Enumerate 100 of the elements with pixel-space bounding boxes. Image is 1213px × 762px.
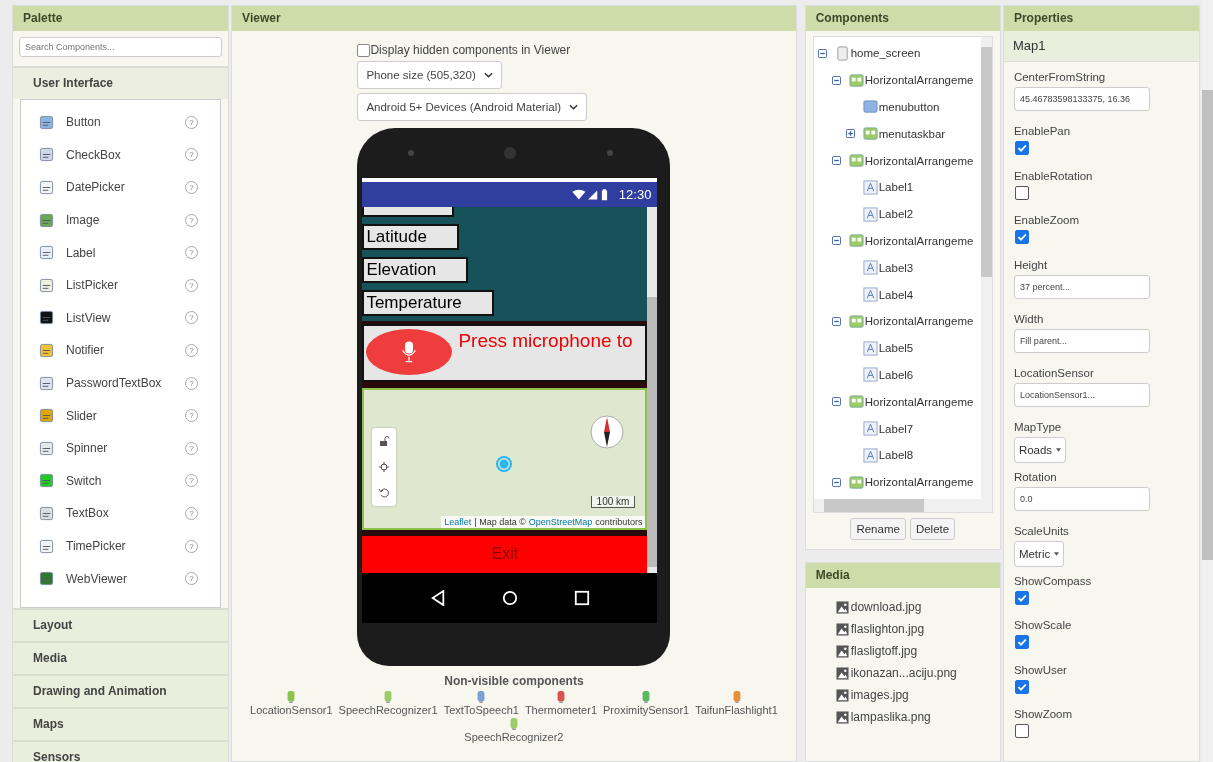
arrangement-icon: [862, 126, 878, 142]
component-name: ProximitySensor1: [603, 704, 690, 717]
scrollbar[interactable]: [647, 207, 658, 573]
property-label: LocationSensor: [1013, 365, 1094, 380]
property-field[interactable]: 37 percent...: [1013, 274, 1150, 299]
component-name[interactable]: Image: [66, 213, 186, 228]
component-name[interactable]: ListView: [66, 310, 186, 325]
category-header[interactable]: Layout: [13, 607, 229, 641]
property-label: EnableRotation: [1013, 168, 1093, 183]
expand-toggle-icon[interactable]: [831, 156, 841, 166]
property-dropdown[interactable]: Metric: [1013, 540, 1065, 567]
tree-item[interactable]: home_screen: [850, 47, 921, 60]
attribution-link[interactable]: OpenStreetMap: [528, 516, 593, 527]
media-file[interactable]: lampaslika.png: [850, 710, 931, 724]
category-header[interactable]: User Interface: [13, 66, 229, 99]
category-header[interactable]: Maps: [13, 706, 229, 740]
tree-item[interactable]: menubutton: [878, 101, 940, 113]
arrangement-icon: [848, 313, 864, 329]
property-checkbox[interactable]: [1014, 635, 1029, 649]
image-file-icon: [835, 644, 849, 658]
component-name[interactable]: PasswordTextBox: [66, 376, 186, 391]
media-file[interactable]: flasligtoff.jpg: [850, 644, 918, 658]
expand-toggle-icon[interactable]: [831, 477, 841, 487]
component-name[interactable]: WebViewer: [66, 571, 186, 586]
tree-item[interactable]: Label8: [878, 449, 914, 462]
component-name[interactable]: CheckBox: [66, 147, 186, 162]
component-name[interactable]: TextBox: [66, 506, 186, 521]
component-name[interactable]: Button: [66, 115, 186, 130]
property-checkbox[interactable]: [1014, 590, 1029, 605]
tree-item[interactable]: HorizontalArrangeme: [864, 234, 974, 247]
arrangement-icon: [848, 474, 864, 490]
property-label: MapType: [1013, 419, 1062, 434]
property-field[interactable]: LocationSensor1...: [1013, 382, 1150, 407]
tree-item[interactable]: menutaskbar: [878, 127, 946, 140]
component-name[interactable]: ListPicker: [66, 278, 186, 293]
tree-item[interactable]: Label3: [878, 261, 914, 274]
tree-item[interactable]: Label5: [878, 342, 914, 355]
component-name: LocationSensor1: [250, 704, 333, 717]
tree-item[interactable]: Label1: [878, 181, 914, 194]
action-button[interactable]: Rename: [850, 518, 906, 540]
tree-item[interactable]: HorizontalArrangeme: [864, 395, 974, 408]
property-field[interactable]: 45.46783598133375, 16.36: [1013, 87, 1150, 111]
back-icon[interactable]: [430, 590, 447, 606]
tree-item[interactable]: Label2: [878, 208, 914, 221]
component-name[interactable]: Slider: [66, 408, 186, 423]
tree-item[interactable]: Label4: [878, 288, 914, 301]
property-checkbox[interactable]: [1014, 724, 1029, 738]
component-name[interactable]: Label: [66, 245, 186, 260]
property-field[interactable]: Fill parent...: [1013, 328, 1150, 353]
media-file[interactable]: images.jpg: [850, 688, 909, 702]
property-checkbox[interactable]: [1014, 141, 1029, 155]
tree-item[interactable]: HorizontalArrangeme: [864, 74, 974, 87]
component-name[interactable]: Notifier: [66, 343, 186, 358]
chevron-down-icon: [483, 72, 493, 78]
tree-item[interactable]: HorizontalArrangeme: [864, 476, 974, 489]
checkbox[interactable]: [357, 43, 371, 57]
tree-item[interactable]: Label6: [878, 368, 914, 381]
scrollbar[interactable]: [980, 37, 992, 499]
screen-icon: [834, 45, 850, 61]
panel-header: Components: [805, 6, 1000, 31]
media-file[interactable]: flaslighton.jpg: [850, 622, 925, 636]
component-name[interactable]: DatePicker: [66, 180, 186, 195]
tree-item[interactable]: HorizontalArrangeme: [864, 315, 974, 328]
expand-toggle-icon[interactable]: [831, 397, 841, 407]
caret-icon: [1056, 447, 1062, 452]
category-header[interactable]: Drawing and Animation: [13, 673, 229, 707]
media-file[interactable]: download.jpg: [850, 600, 922, 614]
component-name[interactable]: TimePicker: [66, 539, 186, 553]
expand-toggle-icon[interactable]: [831, 316, 841, 326]
category-header[interactable]: Media: [13, 640, 229, 674]
attribution-link[interactable]: Leaflet: [444, 516, 472, 527]
expand-toggle-icon[interactable]: [845, 129, 855, 139]
tree-item[interactable]: HorizontalArrangeme: [864, 154, 974, 167]
checkbox-label: Display hidden components in Viewer: [370, 43, 571, 57]
home-icon[interactable]: [501, 590, 518, 606]
arrangement-icon: [848, 153, 864, 169]
page-scrollbar[interactable]: [1202, 0, 1213, 762]
component-name[interactable]: Switch: [66, 473, 186, 488]
property-checkbox[interactable]: [1014, 185, 1029, 200]
arrangement-icon: [848, 72, 864, 88]
expand-toggle-icon[interactable]: [831, 75, 841, 85]
size-dropdown[interactable]: Phone size (505,320): [357, 61, 502, 89]
expand-toggle-icon[interactable]: [831, 236, 841, 246]
property-field[interactable]: 0.0: [1013, 486, 1150, 511]
media-file[interactable]: ikonazan...aciju.png: [850, 666, 957, 680]
property-checkbox[interactable]: [1014, 679, 1029, 694]
recents-icon[interactable]: [573, 590, 590, 606]
property-checkbox[interactable]: [1014, 230, 1029, 244]
search-field[interactable]: Search Components...: [19, 37, 223, 57]
tree-item[interactable]: Label7: [878, 422, 914, 435]
theme-dropdown[interactable]: Android 5+ Devices (Android Material): [357, 93, 588, 121]
property-label: CenterFromString: [1013, 70, 1106, 84]
property-dropdown[interactable]: Roads: [1013, 436, 1067, 463]
compass-icon[interactable]: [589, 413, 626, 450]
scrollbar[interactable]: [813, 499, 992, 512]
component-name: SpeechRecognizer1: [338, 704, 438, 717]
category-header[interactable]: Sensors: [13, 739, 229, 762]
component-name[interactable]: Spinner: [66, 441, 186, 456]
action-button[interactable]: Delete: [909, 518, 956, 540]
expand-toggle-icon[interactable]: [817, 48, 827, 58]
